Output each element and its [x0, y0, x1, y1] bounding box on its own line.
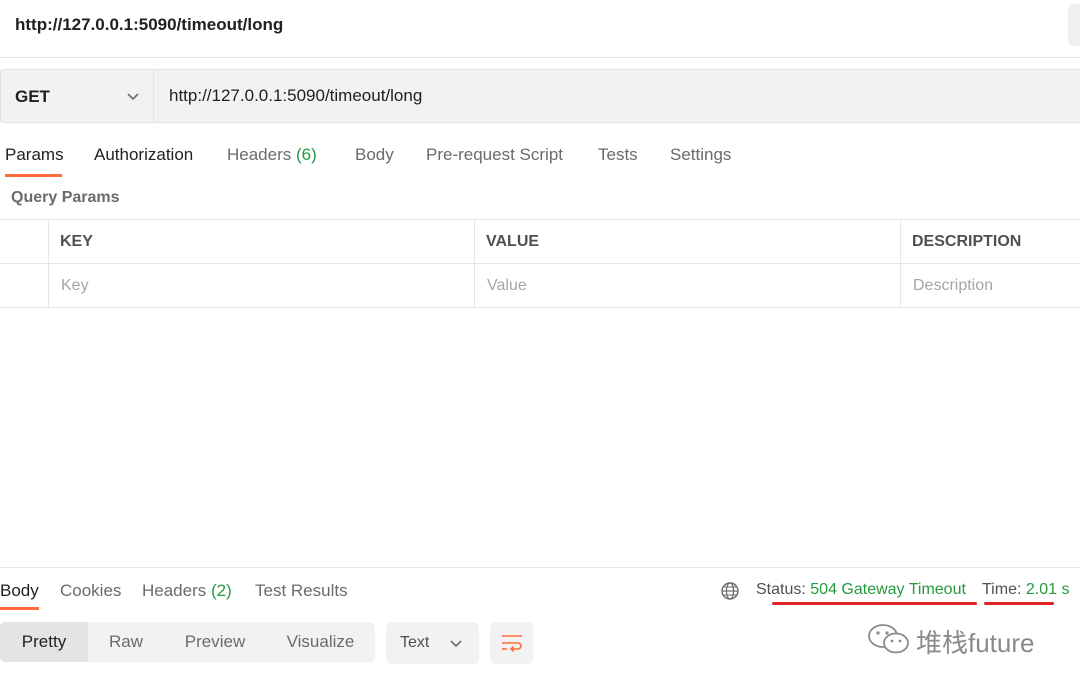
tab-label: Tests	[598, 145, 638, 164]
time-value: 2.01 s	[1025, 581, 1070, 598]
query-params-table: KEY VALUE DESCRIPTION Key Value Descript…	[0, 219, 1080, 308]
tab-label: Params	[5, 145, 64, 164]
tab-tests[interactable]: Tests	[598, 145, 638, 165]
chevron-down-icon	[450, 640, 462, 648]
tab-label: Settings	[670, 145, 732, 164]
time-label: Time:	[982, 581, 1022, 598]
query-params-title: Query Params	[11, 189, 120, 206]
response-tab-test-results[interactable]: Test Results	[255, 581, 348, 601]
key-input[interactable]: Key	[61, 277, 89, 295]
tab-label: Body	[355, 145, 394, 164]
tab-label: Body	[0, 581, 39, 600]
tab-body[interactable]: Body	[355, 145, 394, 165]
description-input[interactable]: Description	[913, 277, 993, 295]
mode-preview[interactable]: Preview	[164, 622, 266, 662]
tab-label: Headers	[227, 145, 292, 164]
tab-label: Authorization	[94, 145, 194, 164]
wrap-lines-icon	[502, 635, 522, 653]
response-tab-headers[interactable]: Headers (2)	[142, 581, 232, 601]
table-header-row: KEY VALUE DESCRIPTION	[0, 220, 1080, 264]
response-bar: Body Cookies Headers (2) Test Results St…	[0, 567, 1080, 613]
mode-raw[interactable]: Raw	[88, 622, 164, 662]
active-tab-indicator	[5, 174, 62, 177]
annotation-underline-time	[984, 602, 1054, 605]
wechat-icon	[868, 624, 909, 654]
column-header-key: KEY	[60, 233, 93, 250]
tab-count: (6)	[296, 145, 317, 164]
tab-headers[interactable]: Headers (6)	[227, 145, 317, 165]
column-divider	[48, 220, 49, 308]
tab-label: Pre-request Script	[426, 145, 563, 164]
table-row: Key Value Description	[0, 264, 1080, 308]
column-divider	[474, 220, 475, 308]
title-bar: http://127.0.0.1:5090/timeout/long	[0, 0, 1080, 58]
response-tab-cookies[interactable]: Cookies	[60, 581, 121, 601]
line-number-partial	[36, 676, 50, 686]
tab-authorization[interactable]: Authorization	[94, 145, 193, 165]
watermark-text: 堆栈future	[916, 628, 1035, 658]
tab-label: Headers	[142, 581, 207, 600]
tab-label: Cookies	[60, 581, 122, 600]
format-select[interactable]: Text	[386, 622, 479, 664]
value-input[interactable]: Value	[487, 277, 527, 295]
watermark: 堆栈future	[866, 620, 1056, 660]
globe-icon[interactable]	[720, 581, 740, 601]
column-header-value: VALUE	[486, 233, 540, 250]
status-value: 504 Gateway Timeout	[810, 581, 966, 598]
mode-visualize[interactable]: Visualize	[266, 622, 375, 662]
response-status[interactable]: Status: 504 Gateway Timeout	[756, 581, 966, 599]
tab-pre-request-script[interactable]: Pre-request Script	[426, 145, 563, 165]
save-button-partial[interactable]	[1068, 4, 1080, 46]
mode-pretty[interactable]: Pretty	[0, 622, 88, 662]
status-label: Status:	[756, 581, 806, 598]
method-label: GET	[15, 87, 50, 106]
column-divider	[900, 220, 901, 308]
response-time[interactable]: Time: 2.01 s	[982, 581, 1069, 599]
active-response-tab-indicator	[0, 607, 39, 610]
request-tabs: Params Authorization Headers (6) Body Pr…	[0, 140, 1080, 180]
request-title[interactable]: http://127.0.0.1:5090/timeout/long	[15, 15, 283, 35]
tab-params[interactable]: Params	[5, 145, 64, 165]
annotation-underline-status	[772, 602, 977, 605]
chevron-down-icon	[127, 93, 139, 101]
format-label: Text	[400, 634, 430, 651]
response-view-modes: Pretty Raw Preview Visualize	[0, 622, 375, 662]
method-select[interactable]: GET	[1, 70, 154, 122]
url-input[interactable]: http://127.0.0.1:5090/timeout/long	[169, 86, 422, 106]
response-tab-body[interactable]: Body	[0, 581, 39, 601]
tab-count: (2)	[211, 581, 232, 600]
wrap-lines-button[interactable]	[490, 622, 533, 664]
tab-settings[interactable]: Settings	[670, 145, 731, 165]
tab-label: Test Results	[255, 581, 348, 600]
url-bar: GET http://127.0.0.1:5090/timeout/long	[0, 69, 1080, 123]
column-header-description: DESCRIPTION	[912, 233, 1022, 250]
